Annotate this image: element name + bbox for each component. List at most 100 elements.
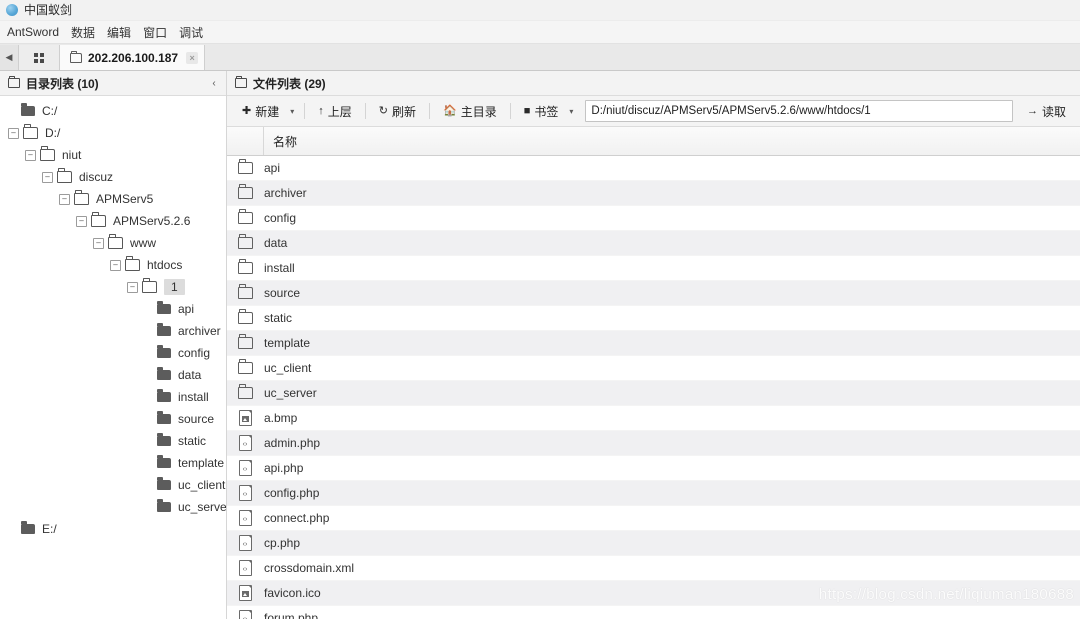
tree-node-template[interactable]: template: [0, 452, 226, 474]
table-row[interactable]: uc_client: [227, 356, 1080, 381]
tree-node-label: config: [178, 346, 211, 360]
directory-tree-body[interactable]: C:/– D:/– niut – discuz – APMServ5– APMServ5.2.…: [0, 96, 226, 619]
folder-icon: [237, 259, 253, 274]
folder-open-icon: [23, 124, 38, 139]
tree-node-discuz[interactable]: – discuz: [0, 166, 226, 188]
folder-filled-icon: [157, 455, 171, 468]
folder-open-icon: [91, 212, 106, 227]
directory-tree-title: 目录列表 (10): [26, 76, 99, 91]
home-directory-label: 主目录: [460, 104, 497, 119]
table-row[interactable]: uc_server: [227, 381, 1080, 406]
folder-open-icon: [74, 190, 89, 205]
grid-apps-icon[interactable]: [19, 45, 60, 70]
table-row[interactable]: ‹› cp.php: [227, 531, 1080, 556]
tree-node-static[interactable]: static: [0, 430, 226, 452]
folder-filled-icon: [157, 301, 171, 314]
table-row[interactable]: static: [227, 306, 1080, 331]
tree-node-uc-server[interactable]: uc_server: [0, 496, 226, 518]
table-row[interactable]: favicon.ico: [227, 581, 1080, 606]
home-icon: 🏠: [443, 104, 457, 117]
tree-node-htdocs[interactable]: – htdocs: [0, 254, 226, 276]
tree-node-uc-client[interactable]: uc_client: [0, 474, 226, 496]
tree-node-source[interactable]: source: [0, 408, 226, 430]
tree-node-e-[interactable]: E:/: [0, 518, 226, 540]
table-row[interactable]: install: [227, 256, 1080, 281]
file-toolbar: ✚ 新建 ▾ ↑ 上层 ↻ 刷新 🏠 主目录 ■ 书签 ▾ D:/niut/di…: [227, 96, 1080, 127]
table-row[interactable]: ‹› api.php: [227, 456, 1080, 481]
file-name-cell: api: [264, 161, 281, 175]
tree-node-d-[interactable]: – D:/: [0, 122, 226, 144]
expander-collapse-icon[interactable]: –: [93, 237, 104, 249]
expander-collapse-icon[interactable]: –: [59, 193, 70, 205]
file-icon-glyph: [241, 591, 249, 597]
tree-node-label: uc_client: [178, 478, 226, 492]
table-row[interactable]: data: [227, 231, 1080, 256]
folder-open-icon: [108, 234, 123, 249]
path-input[interactable]: [585, 100, 1013, 122]
tree-node-api[interactable]: api: [0, 298, 226, 320]
tree-node-apmserv5[interactable]: – APMServ5: [0, 188, 226, 210]
tab-202-206-100-187[interactable]: 202.206.100.187 ×: [60, 45, 206, 70]
new-button[interactable]: ✚ 新建: [233, 100, 288, 123]
menu-item-data[interactable]: 数据: [71, 22, 102, 43]
chevron-left-icon[interactable]: ‹: [206, 74, 222, 92]
bookmark-button[interactable]: ■ 书签: [515, 100, 568, 123]
table-row[interactable]: api: [227, 156, 1080, 181]
folder-icon: [237, 384, 253, 399]
expander-collapse-icon[interactable]: –: [25, 149, 36, 161]
table-row[interactable]: ‹› connect.php: [227, 506, 1080, 531]
home-directory-button[interactable]: 🏠 主目录: [434, 100, 506, 123]
close-icon[interactable]: ×: [186, 51, 199, 64]
expander-collapse-icon[interactable]: –: [127, 281, 138, 293]
table-row[interactable]: ‹› config.php: [227, 481, 1080, 506]
refresh-button[interactable]: ↻ 刷新: [370, 100, 425, 123]
expander-collapse-icon[interactable]: –: [8, 127, 19, 139]
tree-node-config[interactable]: config: [0, 342, 226, 364]
table-row[interactable]: archiver: [227, 181, 1080, 206]
table-row[interactable]: ‹› admin.php: [227, 431, 1080, 456]
file-name-cell: a.bmp: [264, 411, 298, 425]
expander-collapse-icon[interactable]: –: [110, 259, 121, 271]
tree-node-label: template: [178, 456, 225, 470]
table-row[interactable]: source: [227, 281, 1080, 306]
tree-node-1[interactable]: –1: [0, 276, 226, 298]
title-bar: 中国蚁剑: [0, 0, 1080, 21]
up-directory-button[interactable]: ↑ 上层: [309, 100, 361, 123]
tree-node-niut[interactable]: – niut: [0, 144, 226, 166]
table-row[interactable]: a.bmp: [227, 406, 1080, 431]
file-icon-cell: ‹›: [227, 435, 263, 451]
table-row[interactable]: config: [227, 206, 1080, 231]
folder-filled-icon: [157, 367, 171, 380]
menu-item-edit[interactable]: 编辑: [107, 22, 138, 43]
tree-node-www[interactable]: – www: [0, 232, 226, 254]
menu-item-window[interactable]: 窗口: [143, 22, 174, 43]
menu-item-debug[interactable]: 调试: [179, 22, 210, 43]
table-row[interactable]: ‹› forum.php: [227, 606, 1080, 619]
chevron-left-icon[interactable]: ◀: [0, 45, 19, 70]
menu-item-antsword[interactable]: AntSword: [7, 23, 66, 41]
file-icon-cell: ‹›: [227, 560, 263, 576]
table-row[interactable]: template: [227, 331, 1080, 356]
column-header-name[interactable]: 名称: [264, 133, 297, 150]
file-icon-cell: ‹›: [227, 460, 263, 476]
file-list-body[interactable]: api archiver config data install source static…: [227, 156, 1080, 619]
folder-open-icon: [142, 278, 157, 293]
tree-node-apmserv5-2-6[interactable]: – APMServ5.2.6: [0, 210, 226, 232]
new-dropdown-caret-icon[interactable]: ▾: [288, 104, 300, 119]
tree-node-c-[interactable]: C:/: [0, 100, 226, 122]
expander-collapse-icon[interactable]: –: [76, 215, 87, 227]
tree-node-archiver[interactable]: archiver: [0, 320, 226, 342]
tree-node-data[interactable]: data: [0, 364, 226, 386]
folder-icon: [237, 234, 253, 249]
tree-node-label: source: [178, 412, 215, 426]
read-button[interactable]: → 读取: [1019, 100, 1074, 123]
table-row[interactable]: ‹› crossdomain.xml: [227, 556, 1080, 581]
file-icon-glyph: ‹›: [242, 515, 248, 523]
bookmark-dropdown-caret-icon[interactable]: ▾: [567, 104, 579, 119]
toolbar-separator: [509, 103, 511, 119]
folder-filled-icon: [157, 499, 171, 512]
expander-collapse-icon[interactable]: –: [42, 171, 53, 183]
tree-node-install[interactable]: install: [0, 386, 226, 408]
file-name-cell: uc_server: [264, 386, 317, 400]
